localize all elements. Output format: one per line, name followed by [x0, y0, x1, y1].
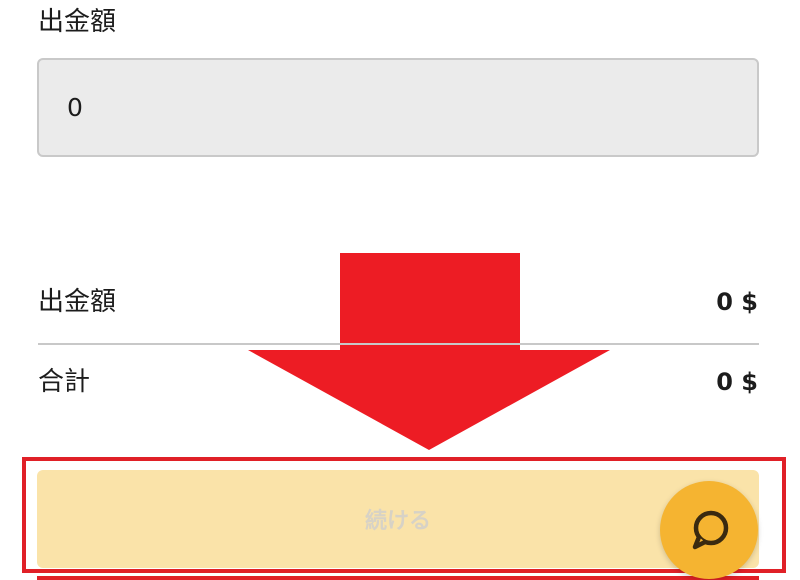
- summary-divider: [38, 343, 759, 345]
- summary-total-row: 合計 0 $: [38, 362, 758, 402]
- chat-button[interactable]: [660, 481, 758, 579]
- summary-total-label: 合計: [38, 367, 91, 397]
- summary-amount-label: 出金額: [38, 287, 117, 317]
- bottom-red-bar: [37, 576, 759, 580]
- summary-total-value: 0 $: [716, 368, 758, 396]
- chat-bubble-icon: [692, 510, 729, 550]
- withdrawal-amount-input[interactable]: [37, 58, 759, 157]
- withdrawal-amount-label: 出金額: [38, 7, 117, 37]
- summary-amount-row: 出金額 0 $: [38, 282, 758, 322]
- summary-amount-value: 0 $: [716, 288, 758, 316]
